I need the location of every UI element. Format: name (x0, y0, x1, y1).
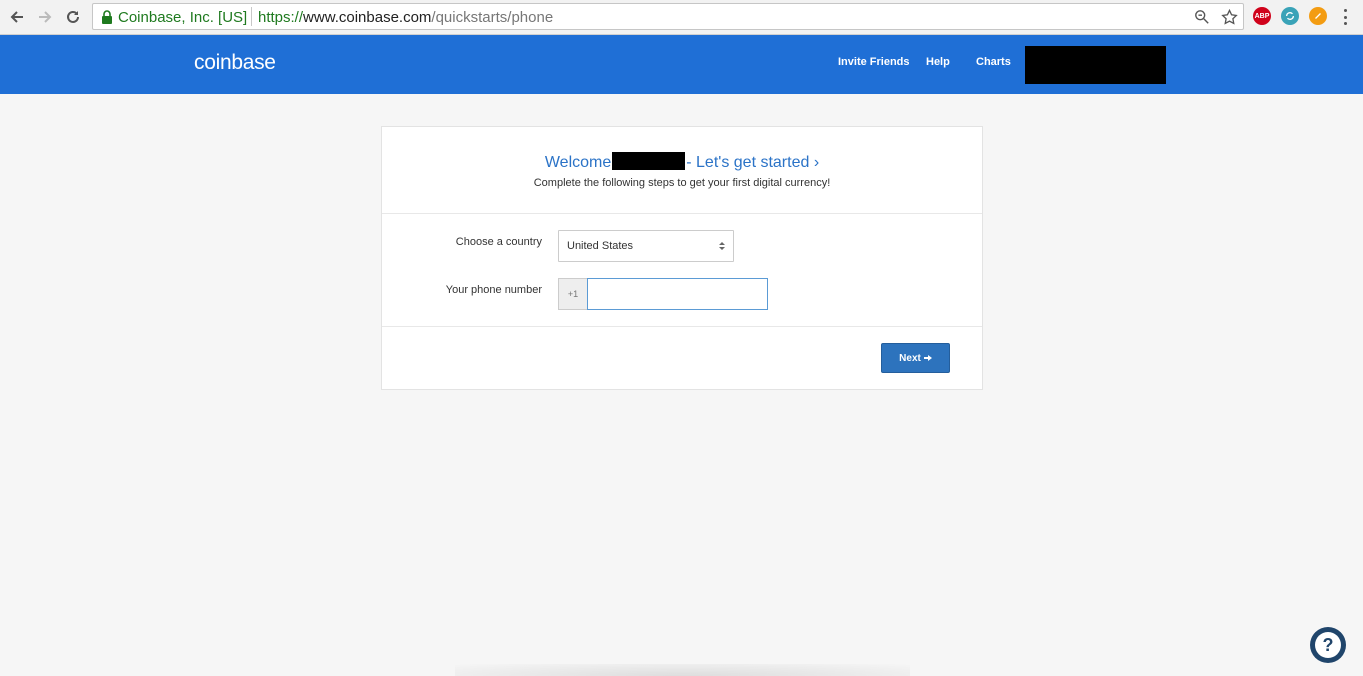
browser-toolbar: Coinbase, Inc. [US] https://www.coinbase… (0, 0, 1363, 35)
country-label: Choose a country (455, 236, 542, 248)
phone-country-code: +1 (558, 278, 587, 310)
redacted-account-menu[interactable] (1025, 46, 1166, 84)
country-select[interactable]: United States (558, 230, 734, 262)
welcome-suffix: - Let's get started › (686, 154, 820, 171)
sync-extension-icon[interactable] (1281, 7, 1299, 25)
reload-icon (67, 10, 79, 23)
next-button-label: Next (899, 352, 921, 364)
quickstart-card: Welcome - Let's get started › Complete th… (381, 126, 983, 390)
card-subtitle: Complete the following steps to get your… (533, 177, 831, 189)
url-path: /quickstarts/phone (431, 9, 554, 26)
adblock-label: ABP (1254, 12, 1270, 20)
address-bar[interactable]: Coinbase, Inc. [US] https://www.coinbase… (92, 3, 1244, 30)
forward-button[interactable] (34, 6, 56, 28)
phone-form: Choose a country United States Your phon… (382, 214, 982, 327)
adblock-plus-icon[interactable]: ABP (1253, 7, 1271, 25)
site-identity: Coinbase, Inc. [US] (118, 9, 248, 26)
nav-charts[interactable]: Charts (976, 56, 1011, 68)
coinbase-logo[interactable]: coinbase (194, 51, 276, 75)
arrow-right-icon (923, 355, 932, 361)
next-button[interactable]: Next (881, 343, 950, 373)
card-header: Welcome - Let's get started › Complete th… (382, 127, 982, 214)
url-text: https://www.coinbase.com/quickstarts/pho… (258, 9, 553, 26)
question-mark-icon: ? (1315, 632, 1341, 658)
orange-extension-icon[interactable] (1309, 7, 1327, 25)
reload-button[interactable] (62, 6, 84, 28)
nav-invite-friends[interactable]: Invite Friends (838, 56, 910, 68)
url-host: www.coinbase.com (303, 9, 432, 26)
phone-label: Your phone number (445, 284, 542, 296)
redacted-username (612, 152, 686, 170)
url-divider (251, 7, 252, 26)
phone-number-input[interactable] (587, 278, 768, 310)
app-header: coinbase Invite Friends Help Charts (0, 35, 1363, 94)
lock-icon (102, 10, 112, 24)
bookmark-star-icon[interactable] (1220, 8, 1238, 26)
url-scheme: https:// (258, 9, 304, 26)
back-arrow-icon (10, 11, 23, 23)
select-arrows-icon (719, 242, 725, 250)
bottom-shadow (455, 664, 910, 676)
zoom-icon[interactable] (1193, 8, 1211, 26)
country-select-value: United States (567, 240, 634, 252)
welcome-heading: Welcome - Let's get started › (382, 152, 982, 172)
back-button[interactable] (6, 6, 28, 28)
welcome-prefix: Welcome (544, 154, 612, 171)
browser-menu-icon[interactable] (1340, 7, 1350, 27)
nav-help[interactable]: Help (926, 56, 950, 68)
help-widget-button[interactable]: ? (1310, 627, 1346, 663)
forward-arrow-icon (39, 11, 52, 23)
